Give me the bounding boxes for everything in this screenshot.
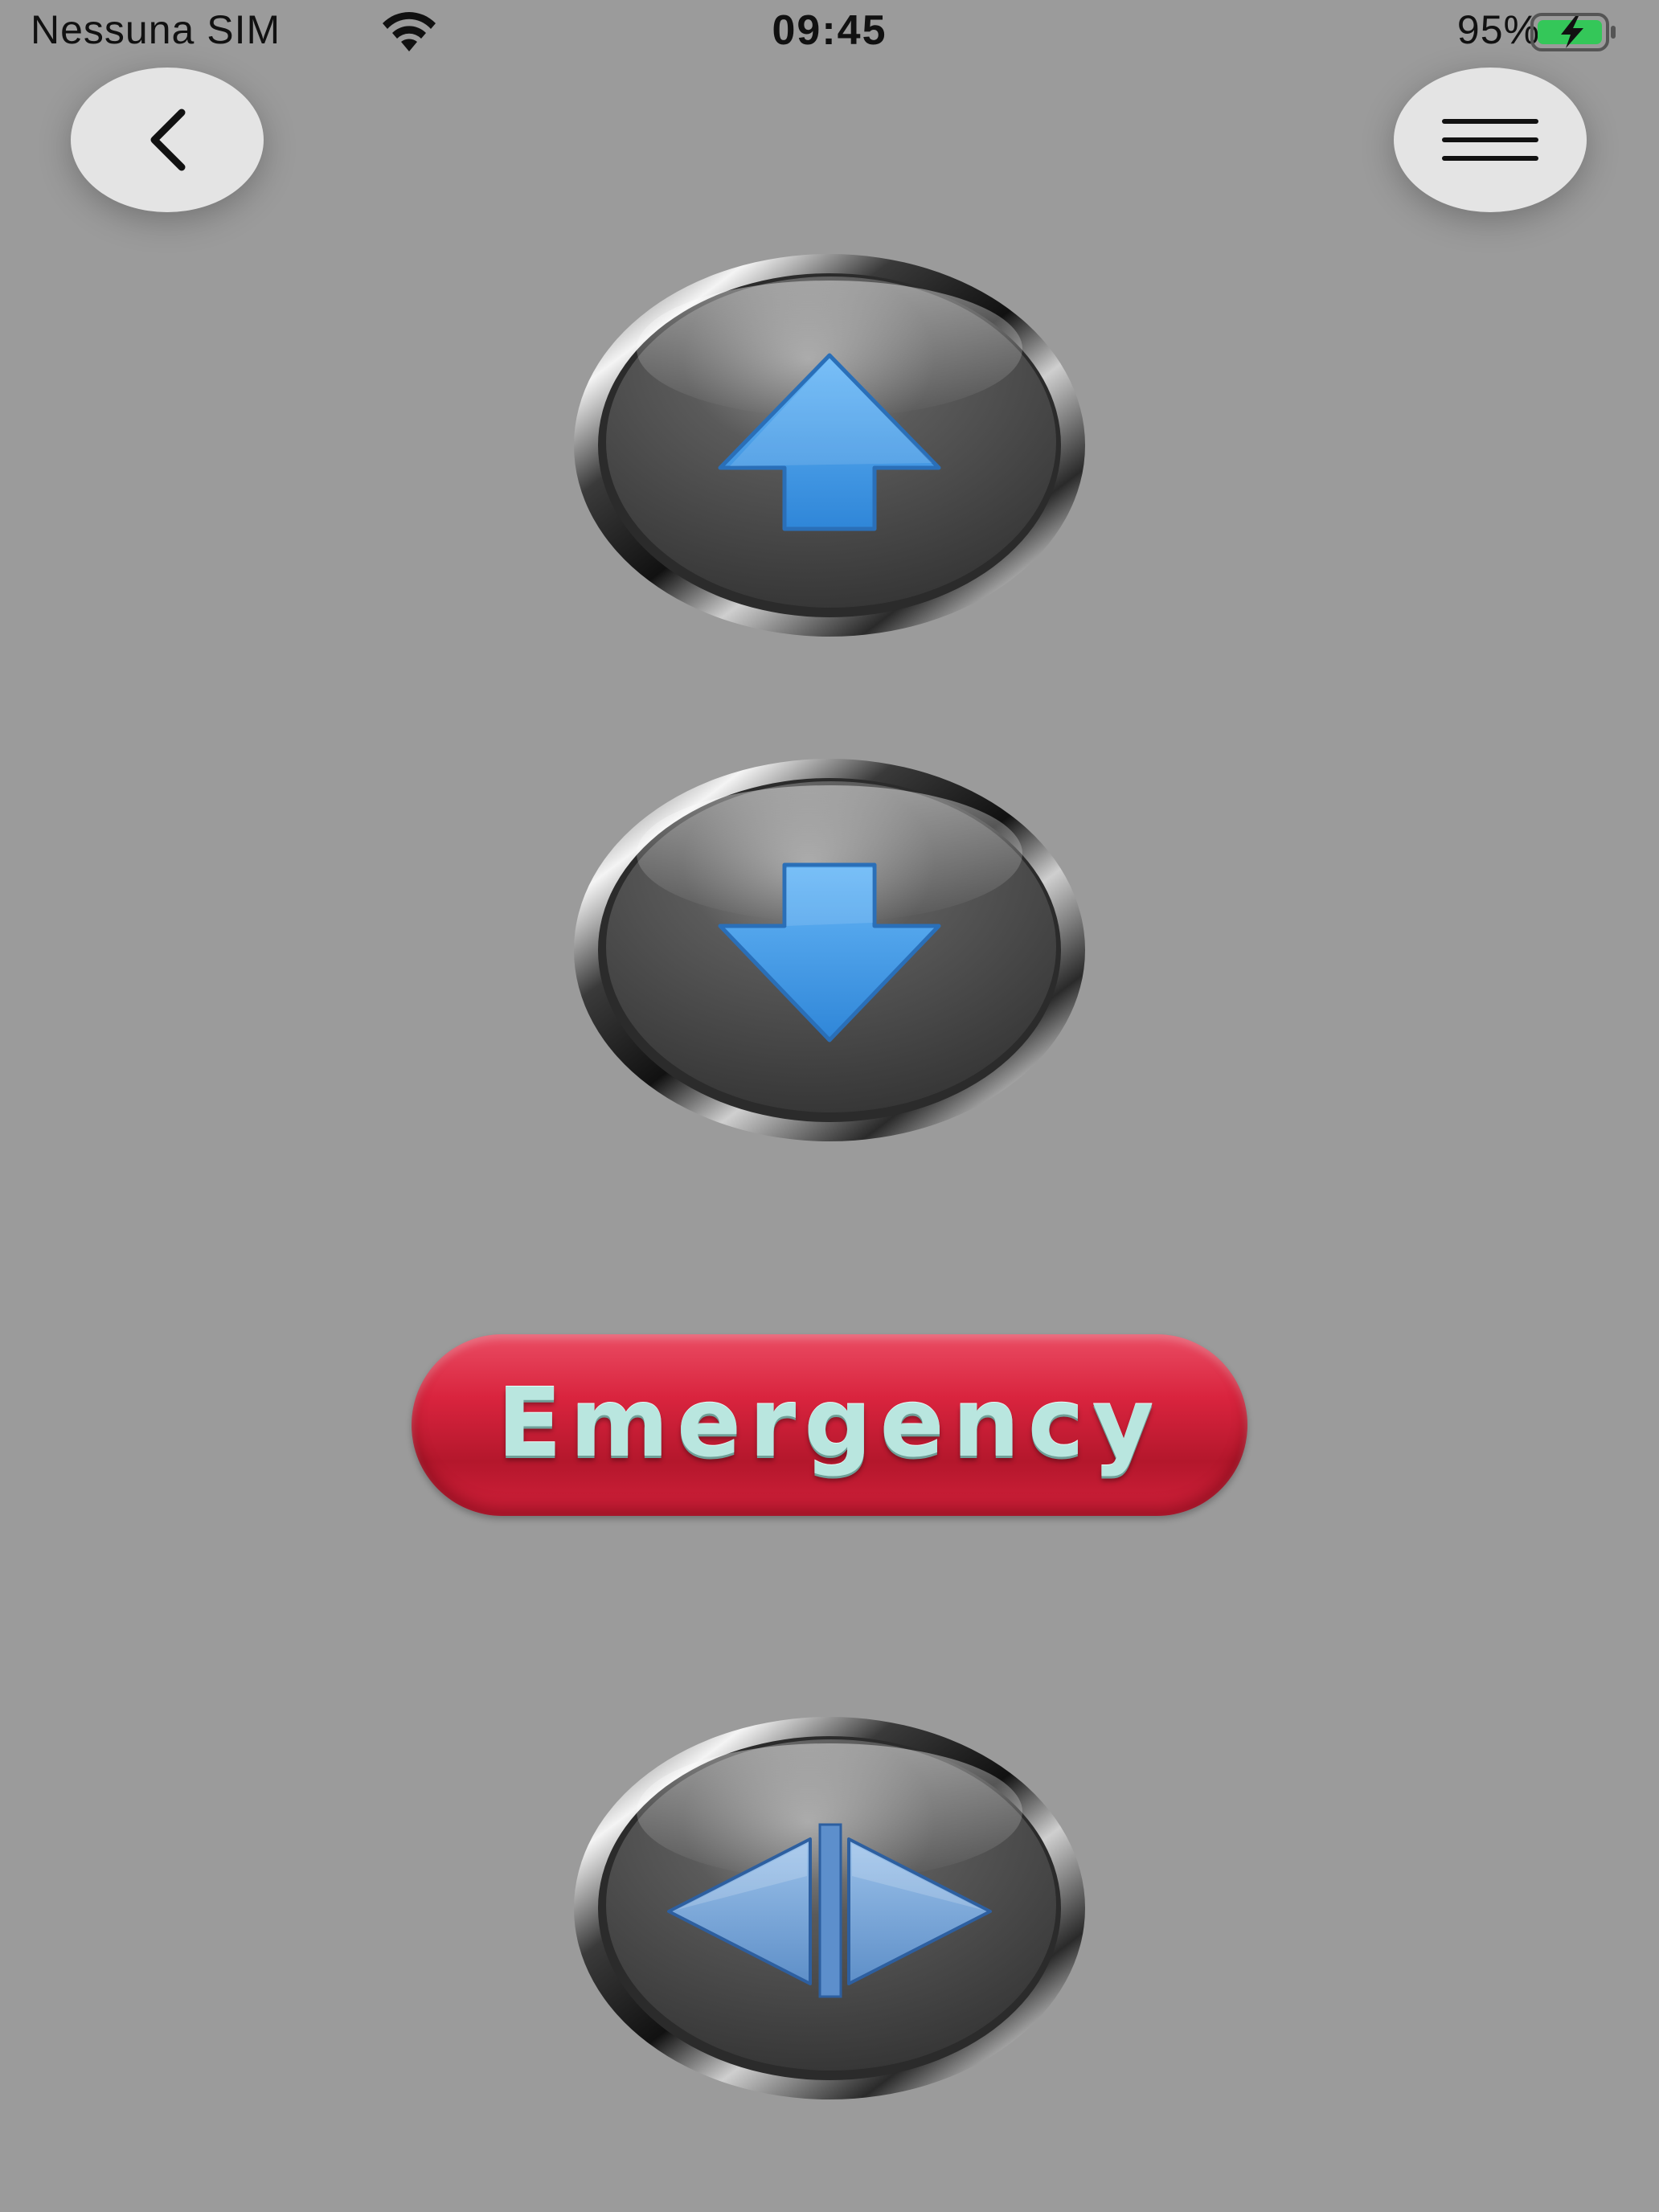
emergency-label: Emergency — [497, 1367, 1162, 1478]
call-up-button[interactable] — [572, 252, 1087, 638]
button-bezel — [574, 759, 1085, 1141]
emergency-button[interactable]: Emergency — [412, 1334, 1247, 1516]
battery-percent: 95% — [1456, 7, 1540, 52]
chevron-left-icon — [150, 109, 186, 171]
menu-button[interactable] — [1394, 68, 1587, 212]
hamburger-menu-icon — [1442, 119, 1538, 161]
button-bezel — [574, 254, 1085, 637]
status-bar: Nessuna SIM 09:45 95% — [0, 0, 1659, 64]
clock: 09:45 — [772, 7, 887, 54]
call-down-button[interactable] — [572, 757, 1087, 1143]
back-button[interactable] — [71, 68, 264, 212]
elevator-control-screen: Nessuna SIM 09:45 95% Emergency — [0, 0, 1659, 2212]
battery-charging-icon — [1530, 13, 1616, 51]
button-bezel — [574, 1717, 1085, 2099]
door-open-button[interactable] — [572, 1715, 1087, 2101]
